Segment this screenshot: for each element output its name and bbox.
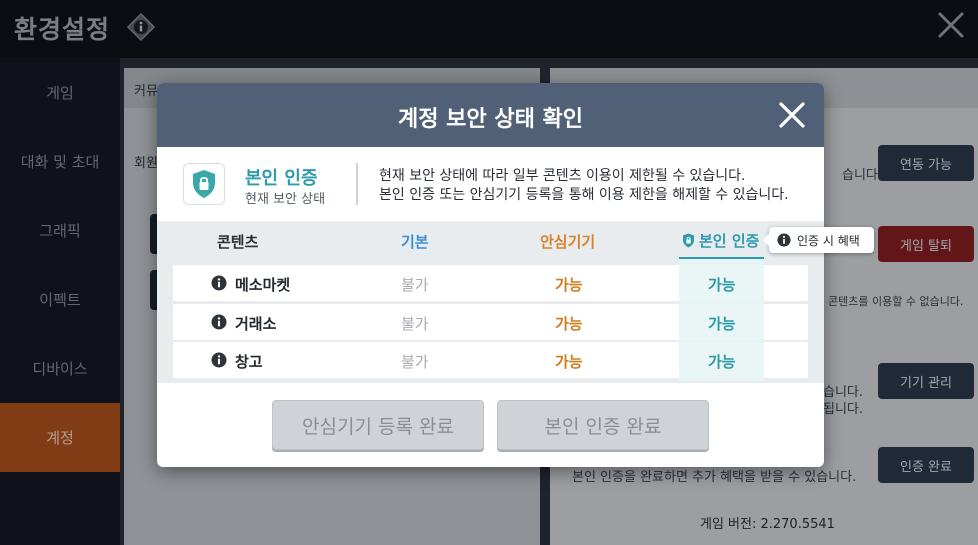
header-auth: 본인 인증 [682,230,759,251]
content-name: 창고 [235,353,263,371]
shield-icon-box [183,163,225,205]
auth-column-underline [679,257,764,259]
auth-status: 가능 [708,353,736,371]
table-header: 콘텐츠 기본 안심기기 본인 인증 [157,221,824,259]
tooltip-label: 인증 시 혜택 [797,233,860,248]
security-notice: 현재 보안 상태에 따라 일부 콘텐츠 이용이 제한될 수 있습니다. 본인 인… [379,167,789,205]
basic-status: 불가 [401,315,429,333]
table-row: 메소마켓 불가 가능 가능 [173,265,808,301]
auth-subtitle: 현재 보안 상태 [245,192,326,207]
divider [356,163,358,205]
basic-status: 불가 [401,276,429,294]
notice-line: 본인 인증 또는 안심기기 등록을 통해 이용 제한을 해제할 수 있습니다. [379,187,789,203]
table-row: 창고 불가 가능 가능 [173,342,808,378]
info-icon [777,233,791,247]
secure-status: 가능 [555,353,583,371]
header-secure-device: 안심기기 [540,233,596,251]
auth-status: 가능 [708,276,736,294]
dialog-header: 계정 보안 상태 확인 [157,83,824,147]
auth-status: 본인 인증 현재 보안 상태 [183,163,343,207]
content-name: 거래소 [235,315,277,333]
header-auth-label: 본인 인증 [699,232,760,250]
secure-status: 가능 [555,315,583,333]
info-icon[interactable] [211,314,227,330]
dialog-title: 계정 보안 상태 확인 [398,107,583,132]
permission-table: 콘텐츠 기본 안심기기 본인 인증 메소마켓 불가 가능 가능 거래소 불가 가… [157,221,824,383]
auth-done-button[interactable]: 본인 인증 완료 [497,400,709,450]
auth-status: 가능 [708,315,736,333]
auth-benefit-tooltip[interactable]: 인증 시 혜택 [763,227,874,253]
close-icon[interactable] [778,101,806,129]
secure-status: 가능 [555,276,583,294]
secure-device-done-button[interactable]: 안심기기 등록 완료 [272,400,484,450]
info-icon[interactable] [211,275,227,291]
content-name: 메소마켓 [235,276,291,294]
notice-line: 현재 보안 상태에 따라 일부 콘텐츠 이용이 제한될 수 있습니다. [379,168,746,184]
info-icon[interactable] [211,352,227,368]
security-status-dialog: 계정 보안 상태 확인 본인 인증 현재 보안 상태 현재 보안 상태에 따라 … [157,83,824,467]
auth-title: 본인 인증 [245,168,318,189]
table-row: 거래소 불가 가능 가능 [173,304,808,340]
shield-lock-icon [683,233,694,248]
header-content: 콘텐츠 [217,233,259,251]
header-basic: 기본 [401,233,429,251]
basic-status: 불가 [401,353,429,371]
shield-lock-icon [193,170,215,198]
